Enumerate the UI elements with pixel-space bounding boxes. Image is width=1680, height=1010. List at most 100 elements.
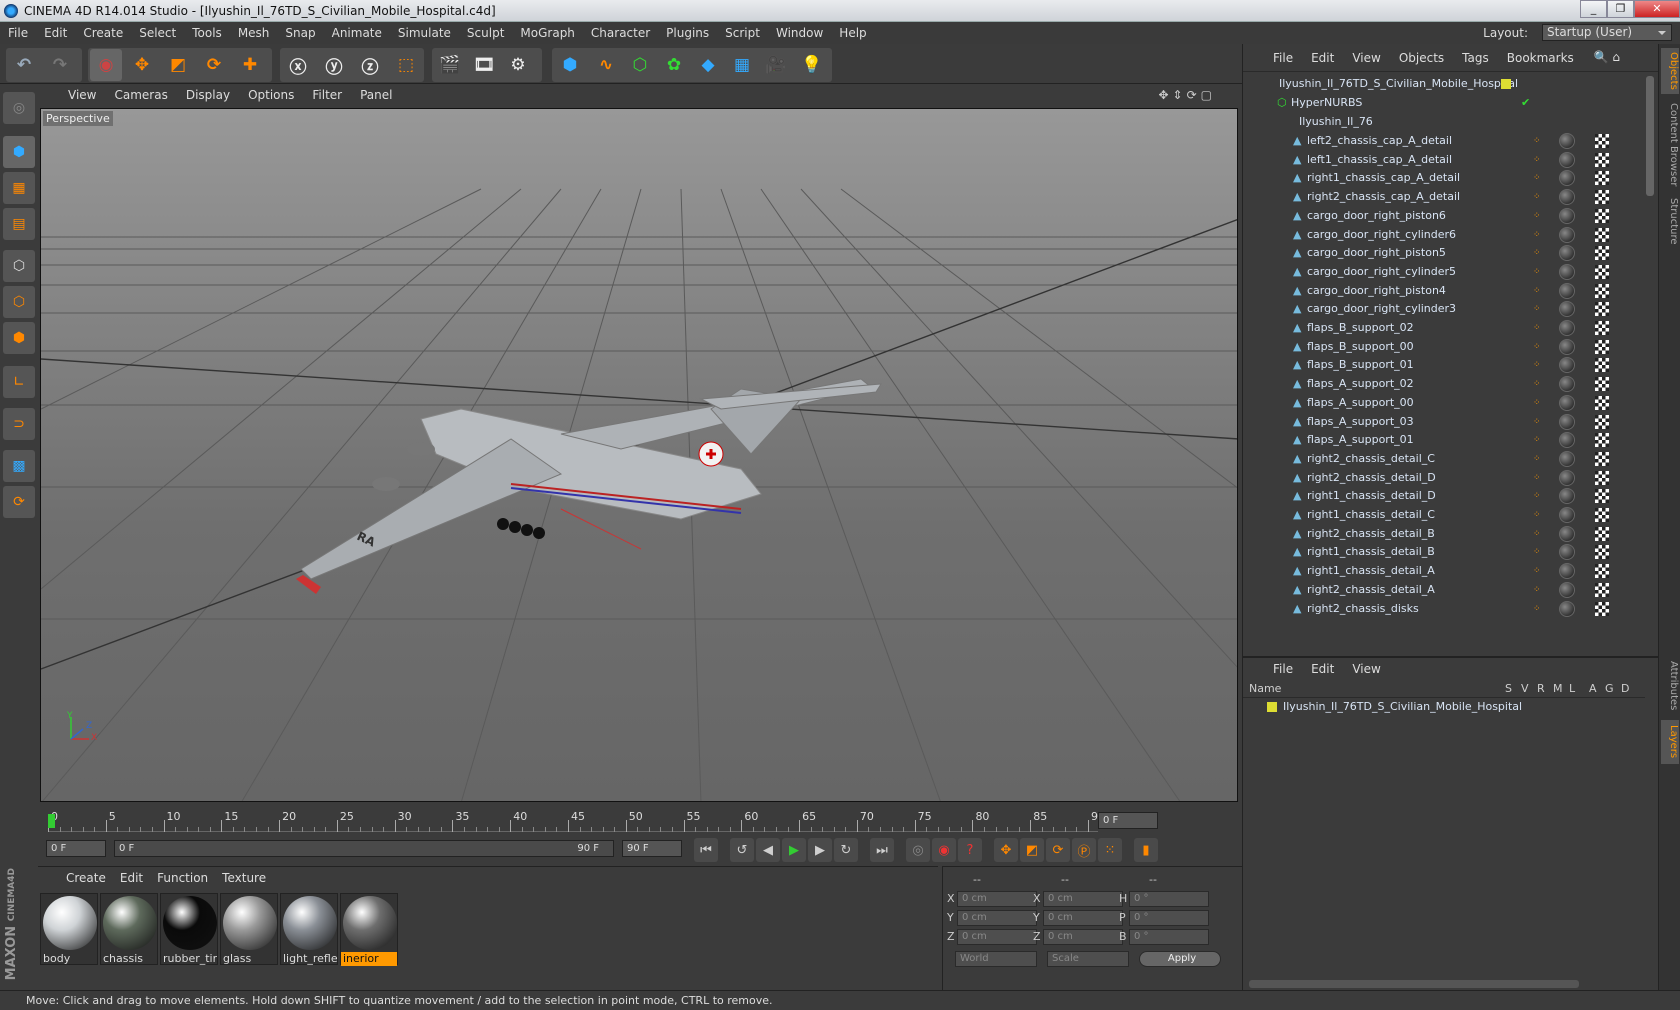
- object-row[interactable]: ▲ flaps_A_support_00 ⁘: [1243, 393, 1645, 413]
- material-tag-icon[interactable]: [1559, 301, 1575, 318]
- phong-tag-icon[interactable]: ⁘: [1533, 225, 1541, 245]
- phong-tag-icon[interactable]: ⁘: [1533, 318, 1541, 338]
- perspective-viewport[interactable]: RA Perspective Y X Z: [40, 108, 1238, 802]
- texture-tag-icon[interactable]: [1595, 152, 1609, 167]
- floor-icon[interactable]: ▦: [726, 49, 758, 81]
- go-to-end-icon[interactable]: ⏭: [870, 838, 894, 862]
- close-button[interactable]: ✕: [1634, 0, 1680, 18]
- phong-tag-icon[interactable]: ⁘: [1533, 187, 1541, 207]
- object-row[interactable]: ▲ right2_chassis_detail_D ⁘: [1243, 468, 1645, 488]
- phong-tag-icon[interactable]: ⁘: [1533, 168, 1541, 188]
- material-swatch[interactable]: body: [40, 893, 98, 965]
- viewport-nav-icons[interactable]: ✥⇕⟳▢: [1158, 88, 1216, 102]
- coord-value-field[interactable]: 0 cm: [1043, 929, 1123, 945]
- coord-value-field[interactable]: 0 cm: [957, 891, 1037, 907]
- phong-tag-icon[interactable]: ⁘: [1533, 412, 1541, 432]
- phong-tag-icon[interactable]: ⁘: [1533, 262, 1541, 282]
- material-tag-icon[interactable]: [1559, 563, 1575, 580]
- menu-help[interactable]: Help: [831, 26, 874, 40]
- material-tag-icon[interactable]: [1559, 376, 1575, 393]
- menu-mograph[interactable]: MoGraph: [512, 26, 583, 40]
- object-row[interactable]: ▲ flaps_B_support_02 ⁘: [1243, 318, 1645, 338]
- material-tag-icon[interactable]: [1559, 394, 1575, 411]
- material-swatch[interactable]: light_reflec: [280, 893, 338, 965]
- object-row[interactable]: ▲ flaps_B_support_01 ⁘: [1243, 355, 1645, 375]
- autokey-icon[interactable]: ◉: [932, 838, 956, 862]
- objects-scrollbar[interactable]: [1646, 76, 1654, 196]
- phong-tag-icon[interactable]: ⁘: [1533, 449, 1541, 469]
- texture-tag-icon[interactable]: [1595, 358, 1609, 373]
- key-pla-icon[interactable]: ⁙: [1098, 838, 1122, 862]
- object-row[interactable]: ▲ right2_chassis_detail_A ⁘: [1243, 580, 1645, 600]
- material-tag-icon[interactable]: [1559, 507, 1575, 523]
- light-icon[interactable]: 💡: [796, 49, 828, 81]
- viewport-menu-panel[interactable]: Panel: [360, 88, 392, 102]
- texture-tag-icon[interactable]: [1595, 302, 1609, 317]
- phong-tag-icon[interactable]: ⁘: [1533, 505, 1541, 525]
- apply-button[interactable]: Apply: [1139, 951, 1221, 967]
- phong-tag-icon[interactable]: ⁘: [1533, 150, 1541, 170]
- coord-value-field[interactable]: 0 °: [1129, 929, 1209, 945]
- material-menu-function[interactable]: Function: [157, 871, 208, 885]
- timeline-ruler[interactable]: 051015202530354045505560657075808590 0 F: [38, 804, 1242, 834]
- material-tag-icon[interactable]: [1559, 544, 1575, 561]
- menu-sculpt[interactable]: Sculpt: [459, 26, 512, 40]
- object-row[interactable]: ▲ right2_chassis_disks ⁘: [1243, 599, 1645, 619]
- menu-character[interactable]: Character: [583, 26, 658, 40]
- phong-tag-icon[interactable]: ⁘: [1533, 393, 1541, 413]
- key-param-icon[interactable]: Ⓟ: [1072, 838, 1096, 862]
- object-row[interactable]: ▲ right1_chassis_detail_D ⁘: [1243, 486, 1645, 506]
- texture-tag-icon[interactable]: [1595, 582, 1609, 597]
- texture-mode-icon[interactable]: ▦: [3, 172, 35, 204]
- menu-create[interactable]: Create: [75, 26, 131, 40]
- viewport-menu-view[interactable]: View: [68, 88, 96, 102]
- material-swatch[interactable]: chassis: [100, 893, 158, 965]
- phong-tag-icon[interactable]: ⁘: [1533, 281, 1541, 301]
- material-tag-icon[interactable]: [1559, 207, 1575, 224]
- material-tag-icon[interactable]: [1559, 263, 1575, 280]
- next-key-icon[interactable]: ↻: [834, 838, 858, 862]
- material-tag-icon[interactable]: [1559, 320, 1575, 336]
- phong-tag-icon[interactable]: ⁘: [1533, 430, 1541, 450]
- layers-menu-edit[interactable]: Edit: [1311, 662, 1334, 676]
- objects-menu-bookmarks[interactable]: Bookmarks: [1507, 51, 1574, 65]
- texture-tag-icon[interactable]: [1595, 508, 1609, 522]
- object-row[interactable]: ▲ flaps_A_support_01 ⁘: [1243, 430, 1645, 450]
- minimize-button[interactable]: _: [1580, 0, 1607, 18]
- coord-value-field[interactable]: 0 cm: [957, 910, 1037, 926]
- object-row[interactable]: ▲ cargo_door_right_piston5 ⁘: [1243, 243, 1645, 263]
- menu-select[interactable]: Select: [131, 26, 184, 40]
- phong-tag-icon[interactable]: ⁘: [1533, 486, 1541, 506]
- viewport-menu-cameras[interactable]: Cameras: [114, 88, 167, 102]
- scale-tool-icon[interactable]: ◩: [162, 49, 194, 81]
- coordinate-system-icon[interactable]: ⬚: [390, 49, 422, 81]
- rotate-tool-icon[interactable]: ⟳: [198, 49, 230, 81]
- menu-plugins[interactable]: Plugins: [658, 26, 717, 40]
- texture-tag-icon[interactable]: [1595, 227, 1609, 242]
- object-row[interactable]: ▲ right1_chassis_detail_B ⁘: [1243, 542, 1645, 562]
- object-row[interactable]: ▲ cargo_door_right_cylinder5 ⁘: [1243, 262, 1645, 282]
- object-row[interactable]: ▲ right2_chassis_detail_C ⁘: [1243, 449, 1645, 469]
- material-tag-icon[interactable]: [1559, 245, 1575, 262]
- texture-tag-icon[interactable]: [1595, 564, 1609, 579]
- camera-icon[interactable]: 🎥: [760, 49, 792, 81]
- material-tag-icon[interactable]: [1559, 432, 1575, 449]
- texture-tag-icon[interactable]: [1595, 171, 1609, 186]
- layers-scrollbar[interactable]: [1249, 980, 1579, 988]
- texture-tag-icon[interactable]: [1595, 264, 1609, 279]
- cube-object-icon[interactable]: ⬢: [554, 49, 586, 81]
- start-frame-field[interactable]: 0 F: [46, 840, 106, 857]
- record-icon[interactable]: ◎: [906, 838, 930, 862]
- current-frame-field[interactable]: 0 F: [1098, 812, 1158, 829]
- texture-tag-icon[interactable]: [1595, 246, 1609, 261]
- menu-tools[interactable]: Tools: [184, 26, 230, 40]
- y-axis-lock-icon[interactable]: ⓨ: [318, 49, 350, 81]
- timeline-window-icon[interactable]: ▮: [1134, 838, 1158, 862]
- coord-value-field[interactable]: 0 cm: [957, 929, 1037, 945]
- key-position-icon[interactable]: ✥: [994, 838, 1018, 862]
- objects-menu-view[interactable]: View: [1352, 51, 1380, 65]
- objects-menu-objects[interactable]: Objects: [1399, 51, 1444, 65]
- texture-tag-icon[interactable]: [1595, 526, 1609, 541]
- material-tag-icon[interactable]: [1559, 189, 1575, 206]
- object-row[interactable]: ▲ flaps_A_support_03 ⁘: [1243, 412, 1645, 432]
